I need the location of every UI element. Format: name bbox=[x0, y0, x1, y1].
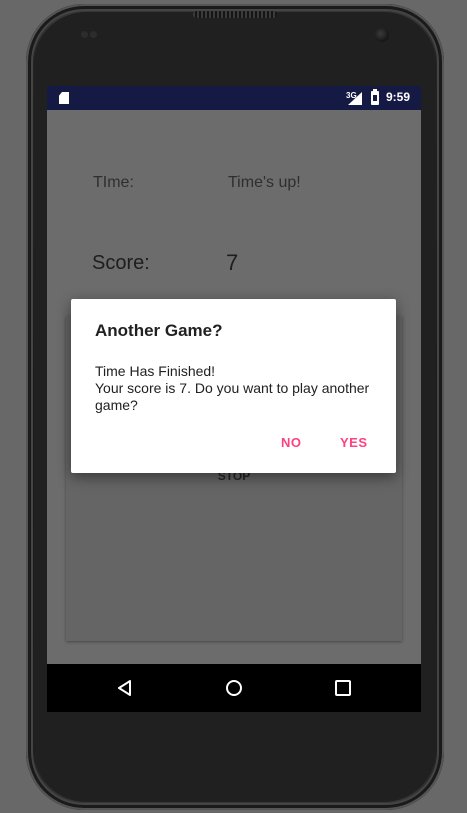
speaker-grille bbox=[193, 11, 277, 18]
device-screen: 3G 9:59 TIme: Time's up! Score: 7 STOP A… bbox=[47, 86, 421, 712]
time-label: TIme: bbox=[93, 174, 134, 191]
front-camera bbox=[375, 28, 389, 42]
battery-icon bbox=[371, 89, 379, 105]
no-button[interactable]: NO bbox=[281, 435, 302, 450]
navigation-bar bbox=[47, 664, 421, 712]
proximity-sensors bbox=[81, 31, 97, 39]
home-icon[interactable] bbox=[224, 678, 244, 698]
another-game-dialog: Another Game? Time Has Finished! Your sc… bbox=[71, 299, 396, 473]
sd-card-icon bbox=[59, 92, 69, 104]
score-label: Score: bbox=[92, 252, 150, 274]
recents-icon[interactable] bbox=[333, 678, 353, 698]
status-clock: 9:59 bbox=[386, 90, 411, 104]
dialog-message: Time Has Finished! Your score is 7. Do y… bbox=[95, 363, 370, 413]
status-bar: 3G 9:59 bbox=[47, 86, 421, 110]
back-icon[interactable] bbox=[115, 678, 135, 698]
dialog-title: Another Game? bbox=[95, 321, 223, 340]
time-value: Time's up! bbox=[228, 174, 301, 191]
network-type: 3G bbox=[346, 91, 357, 100]
yes-button[interactable]: YES bbox=[340, 435, 368, 450]
emulator-stage: 3G 9:59 TIme: Time's up! Score: 7 STOP A… bbox=[0, 0, 467, 813]
score-value: 7 bbox=[226, 250, 239, 275]
